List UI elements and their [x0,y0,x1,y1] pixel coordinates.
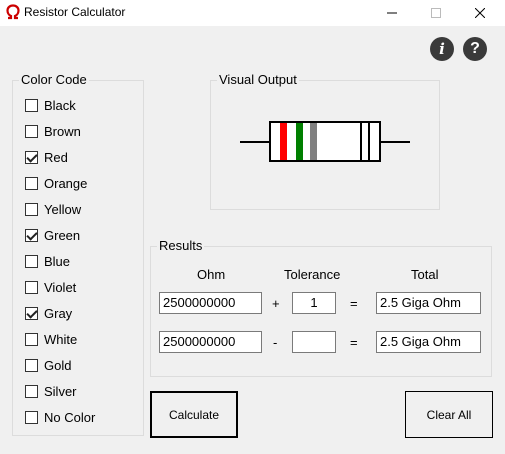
total-output-1[interactable]: 2.5 Giga Ohm [376,292,481,314]
checkbox-red[interactable]: Red [25,149,68,165]
calculate-button[interactable]: Calculate [150,391,238,438]
checkbox-brown[interactable]: Brown [25,123,81,139]
checkbox-label: Black [44,97,76,113]
equals-sign-1: = [350,296,358,311]
checkbox-box[interactable] [25,410,38,424]
minus-sign: - [273,335,278,350]
checkbox-box[interactable] [25,332,38,346]
resistor-diagram [240,121,410,162]
checkbox-box[interactable] [25,98,38,112]
ohm-input-1[interactable]: 2500000000 [159,292,262,314]
checkbox-silver[interactable]: Silver [25,383,77,399]
checkbox-box[interactable] [25,124,38,138]
checkbox-box[interactable] [25,358,38,372]
info-icon: i [439,40,445,58]
checkbox-label: White [44,331,78,347]
color-code-label: Color Code [19,72,89,87]
clear-all-label: Clear All [426,407,472,422]
checkbox-box[interactable] [25,306,38,320]
checkbox-box[interactable] [25,150,38,164]
checkbox-yellow[interactable]: Yellow [25,201,81,217]
checkbox-green[interactable]: Green [25,227,80,243]
checkbox-no-color[interactable]: No Color [25,409,95,425]
checkbox-black[interactable]: Black [25,97,76,113]
checkbox-label: Gray [44,305,73,321]
ohm-input-2[interactable]: 2500000000 [159,331,262,353]
checkbox-box[interactable] [25,202,38,216]
checkbox-gray[interactable]: Gray [25,305,72,321]
checkbox-blue[interactable]: Blue [25,253,70,269]
tolerance-input-1[interactable]: 1 [292,292,336,314]
checkbox-label: No Color [44,409,96,425]
close-icon [475,8,485,18]
omega-icon [6,4,20,20]
checkbox-label: Gold [44,357,72,373]
total-output-2[interactable]: 2.5 Giga Ohm [376,331,481,353]
checkbox-gold[interactable]: Gold [25,357,71,373]
resistor-band-3 [310,123,317,160]
checkbox-white[interactable]: White [25,331,77,347]
minimize-icon [387,12,397,14]
ohm-header: Ohm [197,267,226,282]
resistor-band-2 [296,123,303,160]
checkbox-box[interactable] [25,384,38,398]
checkbox-box[interactable] [25,228,38,242]
checkbox-label: Orange [44,175,88,191]
results-label: Results [157,238,205,253]
maximize-button[interactable] [414,0,458,26]
minimize-button[interactable] [370,0,414,26]
checkbox-label: Silver [44,383,77,399]
calculate-label: Calculate [168,407,220,422]
title-bar: Resistor Calculator [0,0,505,26]
tolerance-header: Tolerance [284,267,341,282]
help-icon: ? [470,40,480,57]
info-button[interactable]: i [430,37,454,61]
help-button[interactable]: ? [463,37,487,61]
maximize-icon [431,8,441,18]
clear-all-button[interactable]: Clear All [405,391,493,438]
total-header: Total [411,267,439,282]
checkbox-orange[interactable]: Orange [25,175,87,191]
checkbox-label: Violet [44,279,77,295]
tolerance-input-2[interactable] [292,331,336,353]
checkbox-label: Brown [44,123,81,139]
checkbox-label: Yellow [44,201,82,217]
visual-output-label: Visual Output [217,72,299,87]
checkbox-box[interactable] [25,254,38,268]
checkbox-label: Red [44,149,68,165]
plus-sign: + [272,296,280,311]
checkbox-box[interactable] [25,176,38,190]
checkbox-violet[interactable]: Violet [25,279,76,295]
checkbox-box[interactable] [25,280,38,294]
close-button[interactable] [458,0,502,26]
checkbox-label: Green [44,227,81,243]
resistor-band-1 [280,123,287,160]
window-title: Resistor Calculator [24,5,126,19]
checkbox-label: Blue [44,253,71,269]
equals-sign-2: = [350,335,358,350]
